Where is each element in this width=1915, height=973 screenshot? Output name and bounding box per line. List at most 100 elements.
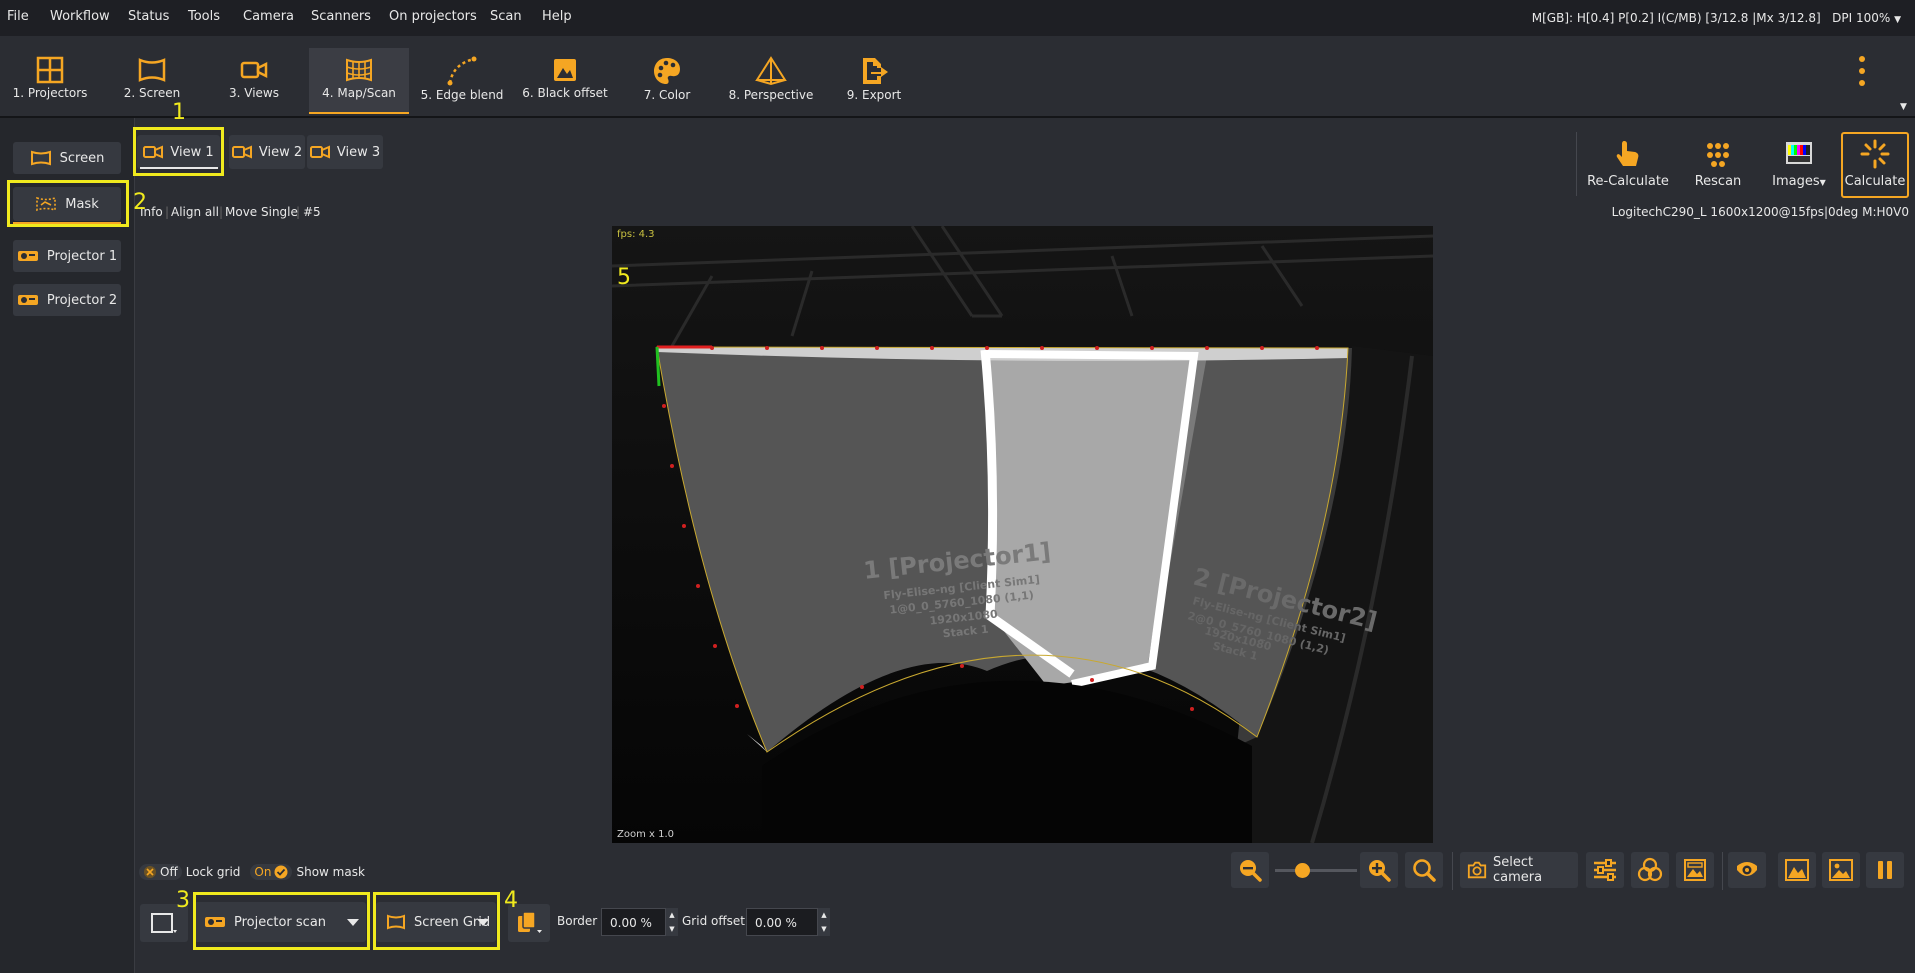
sidebar-item-projector-1[interactable]: Projector 1 <box>13 240 121 272</box>
separator: | <box>219 205 224 219</box>
move-single-link[interactable]: Move Single <box>225 205 298 219</box>
snapshot-button[interactable] <box>1822 852 1860 888</box>
memory-status: M[GB]: H[0.4] P[0.2] I(C/MB) [3/12.8 |Mx… <box>1531 11 1821 25</box>
divider <box>1452 852 1453 890</box>
tab-color[interactable]: 7. Color <box>617 48 717 112</box>
annotation-number-1: 1 <box>172 100 186 125</box>
point-count: #5 <box>303 205 321 219</box>
zoom-slider-thumb[interactable] <box>1295 863 1310 878</box>
sidebar-item-mask[interactable]: Mask <box>13 187 121 221</box>
black-offset-icon <box>554 59 576 81</box>
dpi-selector[interactable]: DPI 100% <box>1832 11 1890 25</box>
toggle-state: Off <box>160 865 178 879</box>
zoom-in-button[interactable] <box>1360 852 1398 888</box>
rescan-button[interactable]: Rescan <box>1682 132 1754 196</box>
grid-offset-spinner[interactable]: ▲ ▼ <box>818 908 830 936</box>
images-dropdown-button[interactable]: Images▼ <box>1762 132 1836 196</box>
chevron-down-icon[interactable]: ▼ <box>666 922 678 936</box>
rescan-label: Rescan <box>1694 174 1742 189</box>
camera-icon <box>143 145 164 159</box>
active-indicator <box>140 167 218 169</box>
sidebar-item-projector-2[interactable]: Projector 2 <box>13 284 121 316</box>
image-compare-button[interactable] <box>1676 852 1714 888</box>
recalculate-button[interactable]: Re-Calculate <box>1580 132 1676 196</box>
export-icon <box>863 58 888 84</box>
tab-view-2[interactable]: View 2 <box>229 135 305 169</box>
show-mask-toggle[interactable]: On <box>250 864 293 880</box>
camera-icon <box>1467 861 1487 879</box>
tab-views[interactable]: 3. Views <box>204 48 304 112</box>
sidebar-item-label: Mask <box>65 196 99 212</box>
calculate-button[interactable]: Calculate <box>1841 132 1909 198</box>
tab-view-3[interactable]: View 3 <box>307 135 383 169</box>
menu-camera[interactable]: Camera <box>243 0 294 36</box>
images-label: Images <box>1772 174 1820 189</box>
zoom-slider[interactable] <box>1275 863 1357 878</box>
check-icon <box>274 865 288 879</box>
chevron-down-icon[interactable]: ▼ <box>818 922 830 936</box>
camera-feed: 1 [Projector1] Fly-Elise-ng [Client Sim1… <box>612 226 1433 843</box>
border-spinner[interactable]: ▲ ▼ <box>666 908 678 936</box>
chevron-up-icon[interactable]: ▲ <box>818 908 830 922</box>
menu-help[interactable]: Help <box>542 0 572 36</box>
color-channels-button[interactable] <box>1631 852 1669 888</box>
tab-label: 8. Perspective <box>728 88 814 102</box>
camera-settings-button[interactable] <box>1586 852 1624 888</box>
chevron-down-icon[interactable]: ▼ <box>1900 102 1907 112</box>
tab-perspective[interactable]: 8. Perspective <box>720 48 822 112</box>
projector-icon <box>17 251 38 261</box>
menu-tools[interactable]: Tools <box>188 0 220 36</box>
tab-projectors[interactable]: 1. Projectors <box>0 48 100 112</box>
webcam-icon <box>1737 862 1757 876</box>
screen-icon <box>387 914 405 930</box>
sidebar-item-screen[interactable]: Screen <box>13 142 121 174</box>
tab-export[interactable]: 9. Export <box>823 48 925 112</box>
scan-mode-select[interactable]: Projector scan <box>194 902 366 942</box>
active-indicator <box>13 222 121 224</box>
pause-icon <box>1878 861 1892 879</box>
histogram-button[interactable] <box>1778 852 1816 888</box>
camera-viewport[interactable]: 1 [Projector1] Fly-Elise-ng [Client Sim1… <box>612 226 1433 843</box>
menu-workflow[interactable]: Workflow <box>50 0 110 36</box>
chevron-down-icon <box>477 919 489 926</box>
menu-file[interactable]: File <box>7 0 29 36</box>
menu-on-projectors[interactable]: On projectors <box>389 0 477 36</box>
chevron-down-icon[interactable]: ▼ <box>1894 15 1901 25</box>
tab-view-1[interactable]: View 1 <box>137 135 220 169</box>
perspective-icon <box>755 56 787 86</box>
camera-info: LogitechC290_L 1600x1200@15fps|0deg M:H0… <box>1611 205 1909 219</box>
toggle-state: On <box>254 865 272 879</box>
tab-edge-blend[interactable]: 5. Edge blend <box>412 48 512 112</box>
annotation-number-4: 4 <box>504 888 518 913</box>
menu-scan[interactable]: Scan <box>490 0 522 36</box>
lock-grid-label: Lock grid <box>185 865 241 879</box>
more-options-icon[interactable] <box>1855 54 1869 92</box>
tab-black-offset[interactable]: 6. Black offset <box>515 48 615 112</box>
camera-icon <box>231 145 252 159</box>
align-all-link[interactable]: Align all <box>171 205 219 219</box>
menu-scanners[interactable]: Scanners <box>311 0 371 36</box>
select-camera-button[interactable]: Select camera <box>1460 852 1578 888</box>
sidebar-item-label: Projector 2 <box>46 292 118 308</box>
dots-grid-icon <box>1707 143 1729 167</box>
grid-mode-select[interactable]: Screen Grid <box>376 902 496 942</box>
hand-pointer-icon <box>1616 141 1639 166</box>
annotation-number-5: 5 <box>617 265 631 290</box>
border-input[interactable]: 0.00 % <box>601 908 666 936</box>
tab-screen[interactable]: 2. Screen <box>102 48 202 112</box>
zoom-fit-button[interactable] <box>1405 852 1443 888</box>
zoom-out-button[interactable] <box>1231 852 1269 888</box>
rectangle-icon <box>151 913 177 933</box>
sidebar-item-label: Projector 1 <box>46 248 118 264</box>
fps-readout: fps: 4.3 <box>617 229 655 240</box>
lock-grid-toggle[interactable]: Off <box>139 864 182 880</box>
pause-button[interactable] <box>1866 852 1904 888</box>
webcam-button[interactable] <box>1728 852 1766 888</box>
chevron-up-icon[interactable]: ▲ <box>666 908 678 922</box>
grid-offset-input[interactable]: 0.00 % <box>746 908 818 936</box>
image-compare-icon <box>1684 859 1706 881</box>
recalculate-label: Re-Calculate <box>1587 174 1669 189</box>
tab-map-scan[interactable]: 4. Map/Scan <box>309 48 409 114</box>
calculate-label: Calculate <box>1844 174 1906 189</box>
menu-status[interactable]: Status <box>128 0 169 36</box>
